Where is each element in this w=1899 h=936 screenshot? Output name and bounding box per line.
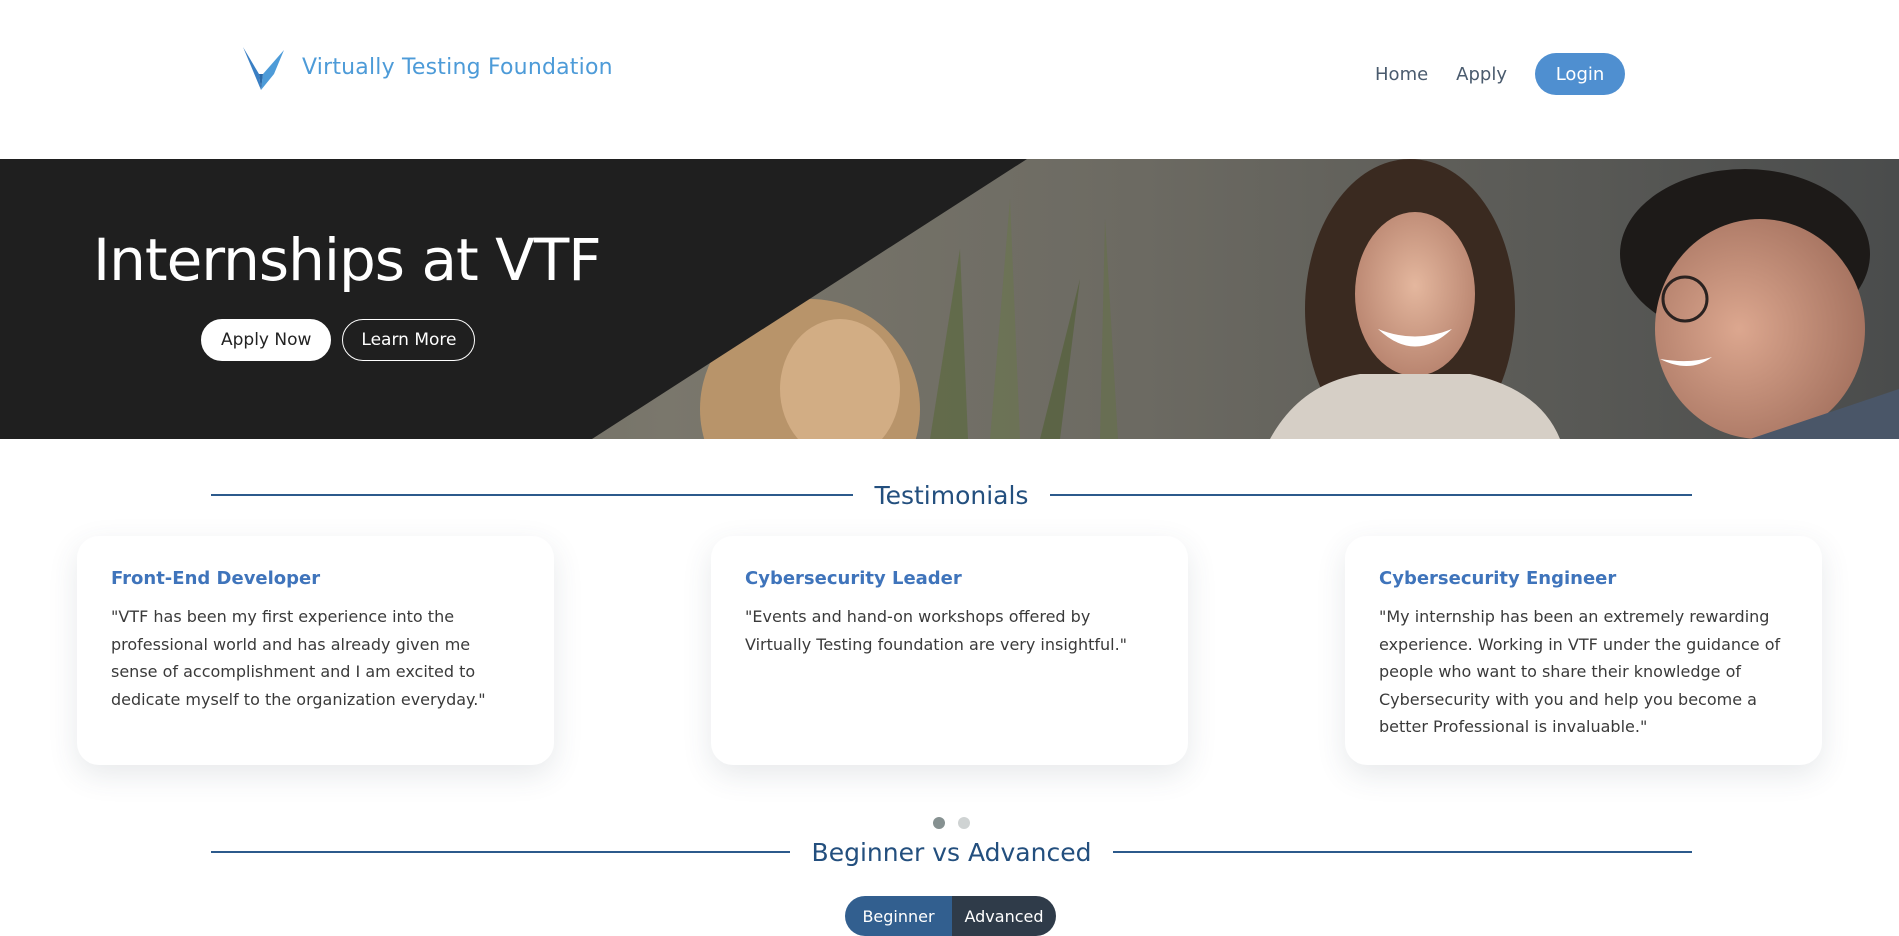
testimonial-role: Cybersecurity Leader [745, 568, 962, 589]
testimonials-heading: Testimonials [211, 477, 1692, 513]
beginner-vs-advanced-title: Beginner vs Advanced [811, 837, 1092, 867]
v-bird-logo-icon [243, 47, 284, 90]
brand-name: Virtually Testing Foundation [302, 55, 613, 80]
testimonial-quote: "My internship has been an extremely rew… [1379, 607, 1781, 736]
hero-banner: Internships at VTF Apply Now Learn More [0, 159, 1899, 439]
testimonial-role: Cybersecurity Engineer [1379, 568, 1617, 589]
login-button[interactable]: Login [1535, 53, 1625, 95]
divider-line [211, 494, 853, 496]
carousel-dots [933, 817, 970, 829]
learn-more-button[interactable]: Learn More [342, 319, 476, 361]
main-nav: Home Apply Login [1375, 53, 1625, 95]
testimonial-role: Front-End Developer [111, 568, 321, 589]
beginner-toggle-button[interactable]: Beginner [845, 896, 952, 936]
apply-now-button[interactable]: Apply Now [201, 319, 332, 361]
beginner-vs-advanced-heading: Beginner vs Advanced [211, 834, 1692, 870]
testimonial-card: Cybersecurity Leader "Events and hand-on… [711, 536, 1188, 765]
testimonial-quote: "VTF has been my first experience into t… [111, 607, 486, 709]
testimonial-quote: "Events and hand-on workshops offered by… [745, 607, 1128, 654]
advanced-toggle-button[interactable]: Advanced [952, 896, 1056, 936]
hero-dark-overlay [0, 159, 1027, 439]
carousel-dot-1[interactable] [933, 817, 945, 829]
hero-title: Internships at VTF [93, 226, 602, 294]
testimonial-card: Front-End Developer "VTF has been my fir… [77, 536, 554, 765]
hero-buttons: Apply Now Learn More [201, 319, 476, 361]
divider-line [1050, 494, 1692, 496]
divider-line [1113, 851, 1692, 853]
brand[interactable]: Virtually Testing Foundation [242, 46, 613, 90]
site-header: Virtually Testing Foundation Home Apply … [0, 0, 1899, 159]
carousel-dot-2[interactable] [958, 817, 970, 829]
testimonial-card: Cybersecurity Engineer "My internship ha… [1345, 536, 1822, 765]
divider-line [211, 851, 790, 853]
testimonials-title: Testimonials [874, 480, 1029, 510]
nav-apply-link[interactable]: Apply [1456, 64, 1507, 85]
nav-home-link[interactable]: Home [1375, 64, 1428, 85]
level-toggle: Beginner Advanced [845, 896, 1056, 936]
